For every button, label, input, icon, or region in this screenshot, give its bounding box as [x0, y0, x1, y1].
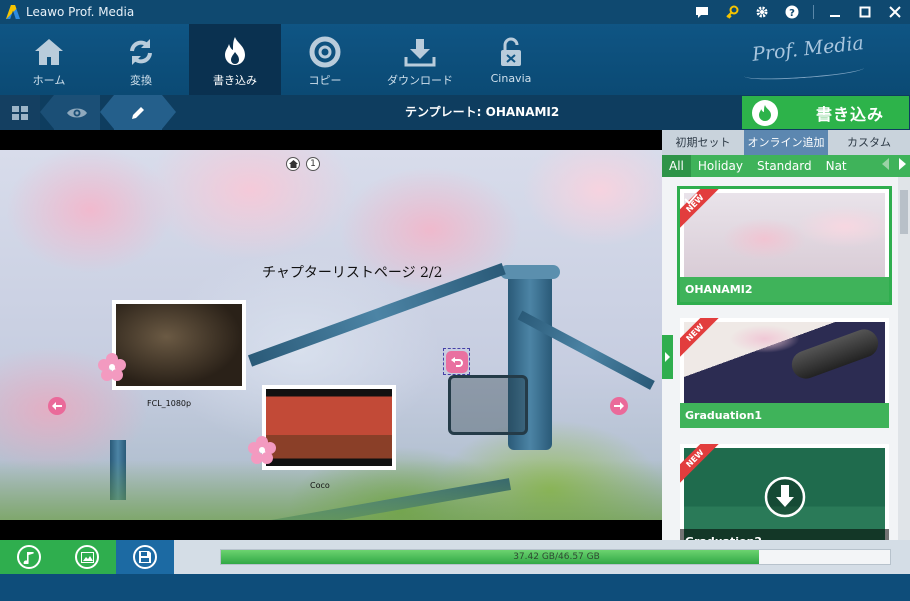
template-source-tabs: 初期セット オンライン追加 カスタム [662, 130, 910, 155]
music-note-icon [17, 545, 41, 569]
main-nav: ホーム 変換 書き込み コピー ダウンロード Cinavia Prof. Med… [0, 24, 910, 95]
chapter-label[interactable]: Coco [310, 481, 330, 490]
eye-icon [67, 108, 87, 117]
arrow-left-icon [52, 402, 62, 410]
nav-label: ホーム [32, 74, 66, 87]
page-navigation: 1 [286, 157, 320, 171]
nav-cinavia[interactable]: Cinavia [482, 24, 540, 95]
download-icon [402, 36, 438, 68]
new-badge: NEW [680, 318, 720, 358]
feedback-icon[interactable] [687, 0, 717, 24]
return-button[interactable] [443, 348, 470, 375]
page-number-1[interactable]: 1 [306, 157, 320, 171]
background-image-button[interactable] [58, 540, 116, 574]
category-scroll-right-icon[interactable] [899, 158, 906, 170]
chapter-thumbnail[interactable] [112, 300, 246, 390]
nav-label: ダウンロード [387, 74, 453, 87]
svg-text:?: ? [789, 8, 795, 19]
nav-label: Cinavia [490, 72, 532, 85]
return-arrow-icon [445, 350, 468, 373]
arrow-right-icon [614, 402, 624, 410]
app-window: Leawo Prof. Media ? ホーム 変換 書き込み コピー ダウンロ… [0, 0, 910, 601]
template-name: OHANAMI2 [680, 277, 889, 302]
preview-button[interactable] [54, 95, 100, 130]
grid-view-icon [12, 105, 28, 120]
settings-gear-icon[interactable] [747, 0, 777, 24]
brand-logo: Prof. Media [751, 32, 865, 66]
category-scroll-left-icon[interactable] [882, 158, 889, 170]
nav-burn[interactable]: 書き込み [189, 24, 281, 95]
collapse-panel-button[interactable] [662, 335, 673, 379]
tab-online[interactable]: オンライン追加 [744, 130, 828, 155]
template-card[interactable]: NEW Graduation2 [680, 444, 889, 540]
image-icon [75, 545, 99, 569]
home-page-icon[interactable] [286, 157, 300, 171]
selected-check-icon [684, 193, 698, 205]
register-key-icon[interactable] [717, 0, 747, 24]
new-badge: NEW [680, 444, 720, 484]
template-card[interactable]: NEW OHANAMI2 [677, 186, 892, 305]
template-name: Graduation2 [680, 529, 889, 540]
template-category-bar: All Holiday Standard Nat [662, 155, 910, 177]
collapse-arrow-icon [665, 352, 670, 362]
burn-flame-icon [752, 99, 778, 126]
chapter-label[interactable]: FCL_1080p [147, 399, 191, 408]
nav-convert[interactable]: 変換 [112, 24, 170, 95]
tab-preset[interactable]: 初期セット [662, 130, 744, 155]
nav-copy[interactable]: コピー [296, 24, 354, 95]
minimize-button[interactable] [820, 0, 850, 24]
previous-page-button[interactable] [48, 397, 66, 415]
home-icon [31, 36, 67, 68]
help-icon[interactable]: ? [777, 0, 807, 24]
pencil-icon [132, 106, 144, 119]
download-template-icon[interactable] [764, 476, 806, 518]
nav-home[interactable]: ホーム [20, 24, 78, 95]
burn-button-label: 書き込み [816, 104, 885, 124]
menu-preview: 1 チャプターリストページ 2/2 FCL_1080p Coco [0, 130, 662, 540]
nav-label: コピー [308, 74, 342, 87]
category-all[interactable]: All [662, 155, 691, 177]
template-name-label: テンプレート: OHANAMI2 [405, 105, 560, 119]
template-name: Graduation1 [680, 403, 889, 428]
background-music-button[interactable] [0, 540, 58, 574]
chapter-list-title[interactable]: チャプターリストページ 2/2 [262, 262, 443, 282]
close-button[interactable] [880, 0, 910, 24]
next-page-button[interactable] [610, 397, 628, 415]
template-card[interactable]: NEW Graduation1 [680, 318, 889, 428]
status-bar [0, 574, 910, 601]
blossom-decoration-icon [248, 436, 276, 464]
disc-copy-icon [307, 36, 343, 68]
title-bar: Leawo Prof. Media ? [0, 0, 910, 24]
tab-custom[interactable]: カスタム [828, 130, 910, 155]
nav-label: 書き込み [213, 74, 257, 87]
burn-start-button[interactable]: 書き込み [742, 96, 909, 129]
category-standard[interactable]: Standard [750, 155, 819, 177]
burn-flame-icon [217, 36, 253, 68]
category-nature[interactable]: Nat [819, 155, 854, 177]
template-scrollbar-thumb[interactable] [900, 190, 908, 234]
app-logo-icon [6, 5, 20, 19]
chapter-view-button[interactable] [0, 95, 40, 130]
nav-download[interactable]: ダウンロード [384, 24, 456, 95]
chapter-thumbnail[interactable] [262, 385, 396, 470]
edit-button[interactable] [114, 95, 162, 130]
title-separator [813, 5, 814, 19]
maximize-button[interactable] [850, 0, 880, 24]
app-title: Leawo Prof. Media [26, 5, 135, 19]
category-holiday[interactable]: Holiday [691, 155, 750, 177]
cinavia-lock-icon [493, 36, 529, 68]
save-disk-icon [133, 545, 157, 569]
disc-usage-text: 37.42 GB/46.57 GB [513, 552, 600, 562]
save-template-button[interactable] [116, 540, 174, 574]
blossom-decoration-icon [98, 353, 126, 381]
convert-icon [123, 36, 159, 68]
nav-label: 変換 [130, 74, 152, 87]
template-list: NEW OHANAMI2 NEW Graduation1 NEW Graduat… [662, 177, 898, 540]
disc-usage-bar: 37.42 GB/46.57 GB [220, 549, 891, 565]
template-panel: 初期セット オンライン追加 カスタム All Holiday Standard … [662, 130, 910, 540]
